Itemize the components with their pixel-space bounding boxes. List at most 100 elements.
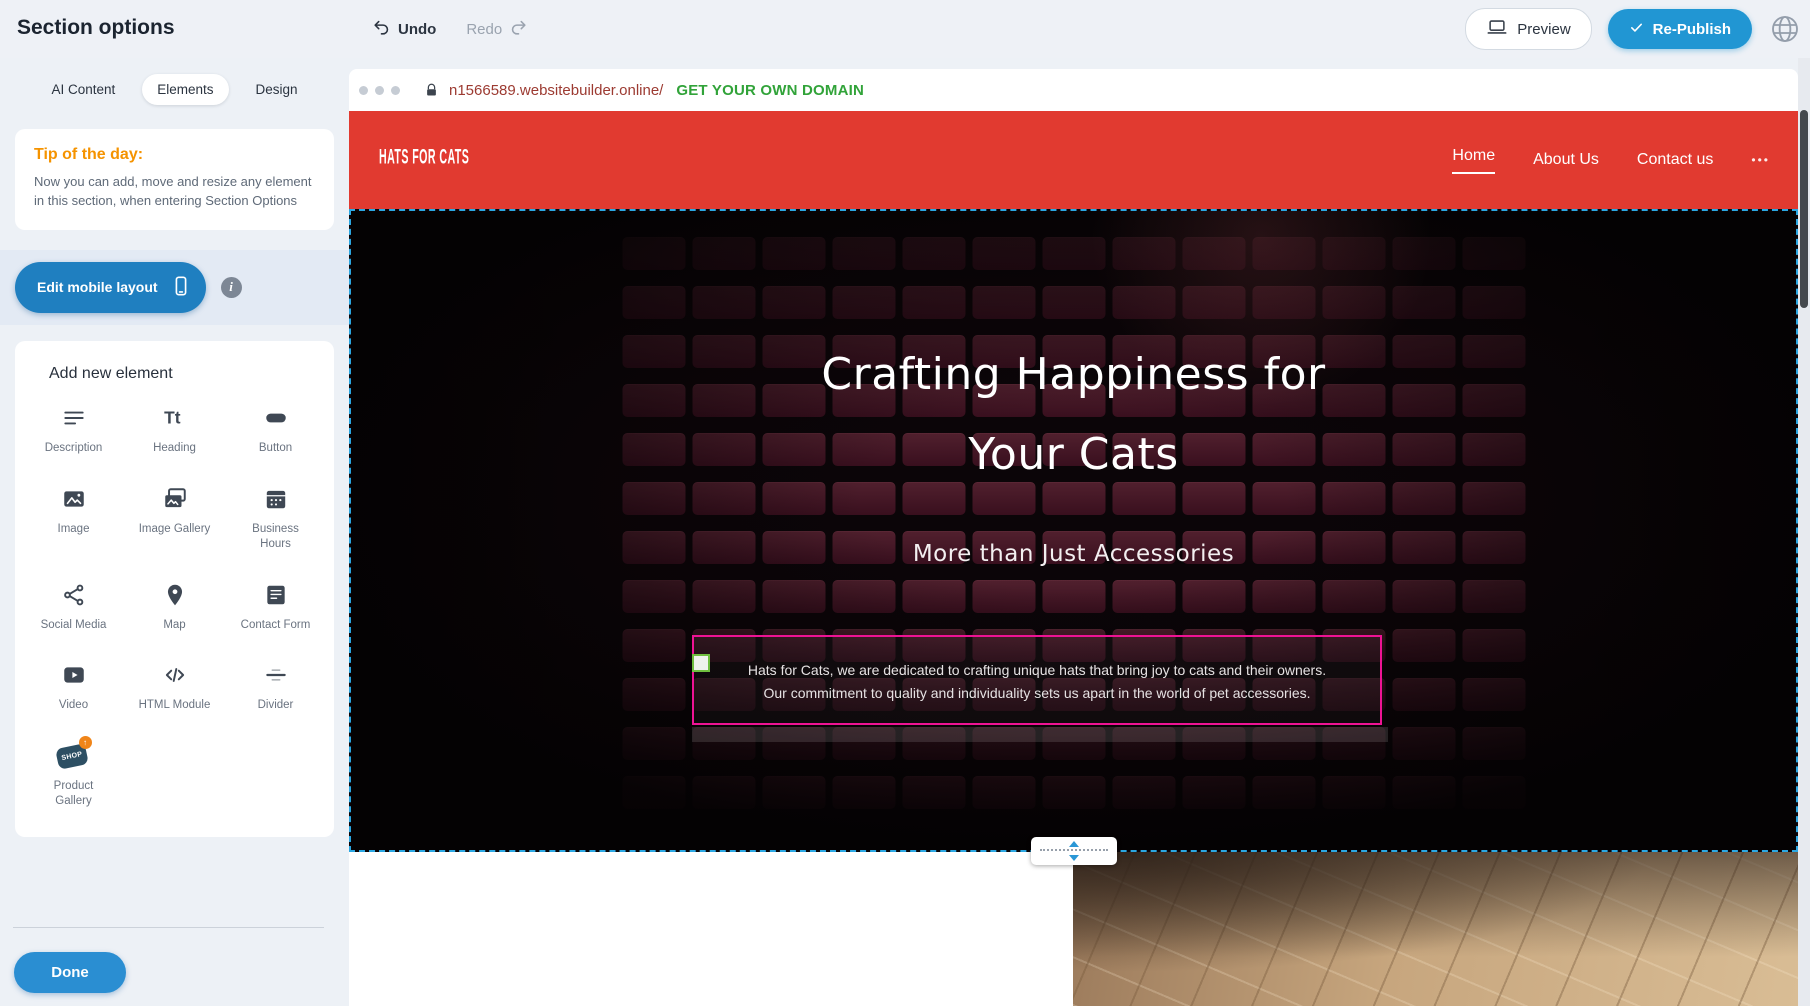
hero-tile xyxy=(902,286,965,319)
nav-contact-us[interactable]: Contact us xyxy=(1637,151,1713,169)
hero-tile xyxy=(622,678,685,711)
hero-tile xyxy=(1462,237,1525,270)
add-element-image[interactable]: Image xyxy=(23,484,124,552)
resize-dotted-line xyxy=(1040,849,1108,851)
hero-tile xyxy=(832,237,895,270)
add-element-video[interactable]: Video xyxy=(23,660,124,713)
redo-button[interactable]: Redo xyxy=(466,18,528,41)
hero-tile xyxy=(1322,776,1385,809)
done-button[interactable]: Done xyxy=(14,952,126,993)
hero-tile xyxy=(1392,580,1455,613)
sidebar-divider xyxy=(13,927,324,928)
scrollbar-thumb[interactable] xyxy=(1800,110,1808,308)
selected-text-element[interactable]: Hats for Cats, we are dedicated to craft… xyxy=(692,635,1382,725)
add-element-product-gallery[interactable]: SHOP↑ Product Gallery xyxy=(23,741,124,809)
hero-tile xyxy=(1252,286,1315,319)
hero-tile xyxy=(972,237,1035,270)
add-element-business-hours[interactable]: Business Hours xyxy=(225,484,326,552)
tab-ai-content[interactable]: AI Content xyxy=(36,74,130,105)
divider-icon xyxy=(263,660,289,690)
hero-tile xyxy=(1042,580,1105,613)
add-element-divider[interactable]: Divider xyxy=(225,660,326,713)
browser-url-bar: n1566589.websitebuilder.online/ GET YOUR… xyxy=(349,69,1798,111)
add-element-html-module[interactable]: HTML Module xyxy=(124,660,225,713)
arrow-up-icon xyxy=(1069,841,1079,847)
element-label: Video xyxy=(59,698,88,713)
edit-mobile-panel: Edit mobile layout i xyxy=(0,250,349,325)
add-element-contact-form[interactable]: Contact Form xyxy=(225,580,326,633)
section-resize-handle[interactable] xyxy=(1031,837,1117,865)
window-dot xyxy=(391,86,400,95)
tab-elements[interactable]: Elements xyxy=(142,74,228,105)
hero-paragraph: Hats for Cats, we are dedicated to craft… xyxy=(694,659,1380,705)
site-url[interactable]: n1566589.websitebuilder.online/ xyxy=(449,82,663,99)
tab-design[interactable]: Design xyxy=(241,74,313,105)
hero-heading[interactable]: Crafting Happiness for Your Cats xyxy=(351,335,1796,495)
hero-tile xyxy=(902,237,965,270)
add-element-image-gallery[interactable]: Image Gallery xyxy=(124,484,225,552)
site-logo[interactable]: HATS FOR CATS xyxy=(379,145,469,169)
hero-subheading[interactable]: More than Just Accessories xyxy=(351,541,1796,567)
hero-tile xyxy=(902,776,965,809)
site-nav: Home About Us Contact us ••• xyxy=(1452,111,1770,209)
info-icon[interactable]: i xyxy=(221,277,242,298)
add-element-description[interactable]: Description xyxy=(23,403,124,456)
add-element-button[interactable]: Button xyxy=(225,403,326,456)
preview-button[interactable]: Preview xyxy=(1465,8,1591,50)
business-hours-icon xyxy=(263,484,289,514)
phone-icon xyxy=(170,275,192,300)
element-label: Contact Form xyxy=(241,618,311,633)
hero-tile xyxy=(622,727,685,760)
hero-tile xyxy=(1182,580,1245,613)
globe-icon[interactable] xyxy=(1768,12,1802,46)
html-module-icon xyxy=(162,660,188,690)
hero-heading-line2: Your Cats xyxy=(351,415,1796,495)
window-controls xyxy=(359,86,400,95)
element-label: Business Hours xyxy=(238,522,314,552)
republish-button[interactable]: Re-Publish xyxy=(1608,9,1752,49)
arrow-down-icon xyxy=(1069,855,1079,861)
tip-of-the-day-card: Tip of the day: Now you can add, move an… xyxy=(15,129,334,230)
undo-label: Undo xyxy=(398,21,436,38)
redo-icon xyxy=(509,18,528,41)
paragraph-line: Hats for Cats, we are dedicated to craft… xyxy=(694,659,1380,682)
video-icon xyxy=(61,660,87,690)
hero-tile xyxy=(1112,237,1175,270)
site-header[interactable]: HATS FOR CATS Home About Us Contact us ••• xyxy=(349,111,1798,209)
laptop-icon xyxy=(1486,16,1508,42)
next-section-photo[interactable] xyxy=(1073,852,1798,1006)
element-label: Map xyxy=(163,618,185,633)
topbar: Section options Undo Redo Preview Re-Pub… xyxy=(0,0,1810,58)
product-gallery-icon: SHOP↑ xyxy=(56,741,92,771)
add-new-element-card: Add new element DescriptionTtHeadingButt… xyxy=(15,341,334,838)
add-element-heading[interactable]: TtHeading xyxy=(124,403,225,456)
edit-mobile-layout-button[interactable]: Edit mobile layout xyxy=(15,262,206,313)
hero-section-selected[interactable]: Crafting Happiness for Your Cats More th… xyxy=(349,209,1798,852)
hero-tile xyxy=(1392,286,1455,319)
hero-tile xyxy=(692,237,755,270)
hero-tile xyxy=(972,286,1035,319)
add-element-grid: DescriptionTtHeadingButton ImageImage Gal… xyxy=(23,403,326,810)
nav-home[interactable]: Home xyxy=(1452,147,1495,174)
map-icon xyxy=(162,580,188,610)
undo-button[interactable]: Undo xyxy=(372,18,436,41)
add-element-social-media[interactable]: Social Media xyxy=(23,580,124,633)
element-label: Product Gallery xyxy=(36,779,112,809)
hero-tile xyxy=(1112,580,1175,613)
preview-label: Preview xyxy=(1517,21,1570,38)
hero-tile xyxy=(622,286,685,319)
add-element-map[interactable]: Map xyxy=(124,580,225,633)
edit-mobile-label: Edit mobile layout xyxy=(37,279,158,295)
hero-tile xyxy=(762,776,825,809)
hero-tile xyxy=(692,580,755,613)
hero-tile xyxy=(1392,678,1455,711)
nav-about-us[interactable]: About Us xyxy=(1533,151,1599,169)
hero-tile xyxy=(762,286,825,319)
nav-more-button[interactable]: ••• xyxy=(1751,153,1770,167)
scrollbar-track[interactable] xyxy=(1798,58,1810,1006)
paragraph-line: Our commitment to quality and individual… xyxy=(694,682,1380,705)
hero-tile xyxy=(1462,776,1525,809)
get-domain-link[interactable]: GET YOUR OWN DOMAIN xyxy=(676,82,864,99)
hero-tile xyxy=(1322,237,1385,270)
page-title: Section options xyxy=(17,16,175,40)
